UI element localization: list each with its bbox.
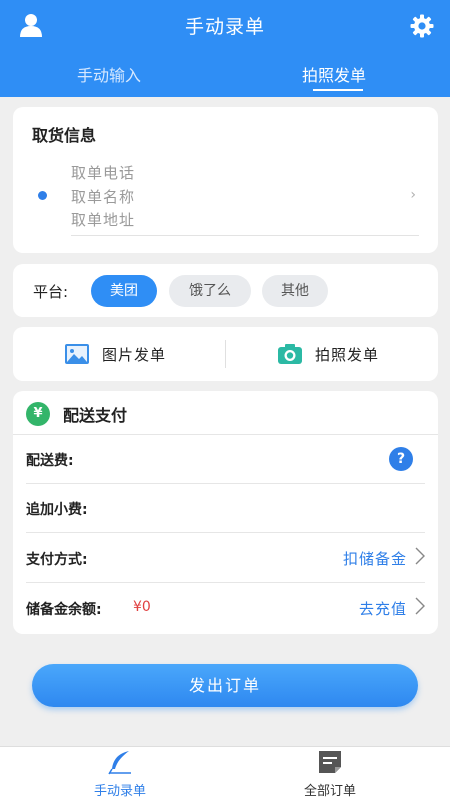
orders-icon xyxy=(319,751,341,773)
nav-label-manual-order: 手动录单 xyxy=(93,784,146,799)
delivery-fee-row[interactable]: 配送费: ? xyxy=(26,435,425,484)
platform-card: 平台: 美团 饿了么 其他 xyxy=(13,264,438,317)
image-icon xyxy=(65,344,89,364)
pickup-name-field[interactable]: 取单名称 xyxy=(71,186,135,207)
payment-header: ¥ 配送支付 xyxy=(13,391,438,435)
extra-tip-label: 追加小费: xyxy=(26,502,88,518)
extra-tip-row[interactable]: 追加小费: xyxy=(26,484,425,533)
pickup-address-field[interactable]: 取单地址 xyxy=(71,209,135,230)
bottom-nav: 手动录单 全部订单 xyxy=(0,746,450,800)
image-order-button[interactable]: 图片发单 xyxy=(64,327,166,381)
feather-icon xyxy=(108,751,131,775)
active-tab-indicator xyxy=(313,89,363,91)
camera-order-label: 拍照发单 xyxy=(315,345,380,364)
tab-photo-order[interactable]: 拍照发单 xyxy=(302,62,366,86)
submit-order-button[interactable]: 发出订单 xyxy=(32,664,418,707)
reserve-balance-row[interactable]: 储备金余额: ¥0 去充值 xyxy=(26,584,425,633)
pickup-phone-field[interactable]: 取单电话 xyxy=(71,162,135,183)
platform-option-other[interactable]: 其他 xyxy=(262,275,328,307)
mode-tabs: 手动输入 拍照发单 xyxy=(0,56,450,97)
payment-method-row[interactable]: 支付方式: 扣储备金 xyxy=(26,534,425,583)
send-options-card: 图片发单 拍照发单 xyxy=(13,327,438,381)
platform-option-eleme[interactable]: 饿了么 xyxy=(169,275,251,307)
page-title: 手动录单 xyxy=(184,16,265,38)
nav-item-manual-order[interactable]: 手动录单 xyxy=(60,747,180,800)
tab-manual-input[interactable]: 手动输入 xyxy=(77,62,141,86)
gear-icon[interactable] xyxy=(410,14,434,38)
payment-title: 配送支付 xyxy=(63,406,128,425)
app-header: 手动录单 手动输入 拍照发单 xyxy=(0,0,450,97)
payment-method-label: 支付方式: xyxy=(26,552,88,568)
pickup-dot-icon xyxy=(38,191,47,200)
recharge-link[interactable]: 去充值 xyxy=(359,598,407,619)
chevron-right-icon[interactable] xyxy=(415,597,425,615)
chevron-right-icon[interactable]: › xyxy=(410,187,416,203)
platform-option-meituan[interactable]: 美团 xyxy=(91,275,157,307)
divider xyxy=(225,340,226,368)
nav-item-all-orders[interactable]: 全部订单 xyxy=(270,747,390,800)
camera-icon xyxy=(278,344,302,364)
payment-method-value[interactable]: 扣储备金 xyxy=(343,548,407,569)
reserve-balance-label: 储备金余额: xyxy=(26,602,102,618)
help-icon[interactable]: ? xyxy=(389,447,413,471)
image-order-label: 图片发单 xyxy=(102,345,167,364)
reserve-balance-value: ¥0 xyxy=(133,599,151,615)
chevron-right-icon[interactable] xyxy=(415,547,425,565)
delivery-fee-label: 配送费: xyxy=(26,453,74,469)
divider xyxy=(71,235,419,236)
platform-label: 平台: xyxy=(33,283,69,301)
pickup-info-card[interactable]: 取货信息 取单电话 取单名称 取单地址 › xyxy=(13,107,438,253)
yen-icon: ¥ xyxy=(26,402,50,426)
nav-label-all-orders: 全部订单 xyxy=(303,784,356,799)
camera-order-button[interactable]: 拍照发单 xyxy=(277,327,379,381)
pickup-info-title: 取货信息 xyxy=(32,126,97,145)
delivery-payment-card: ¥ 配送支付 配送费: ? 追加小费: 支付方式: 扣储备金 储备金余额: ¥0… xyxy=(13,391,438,634)
